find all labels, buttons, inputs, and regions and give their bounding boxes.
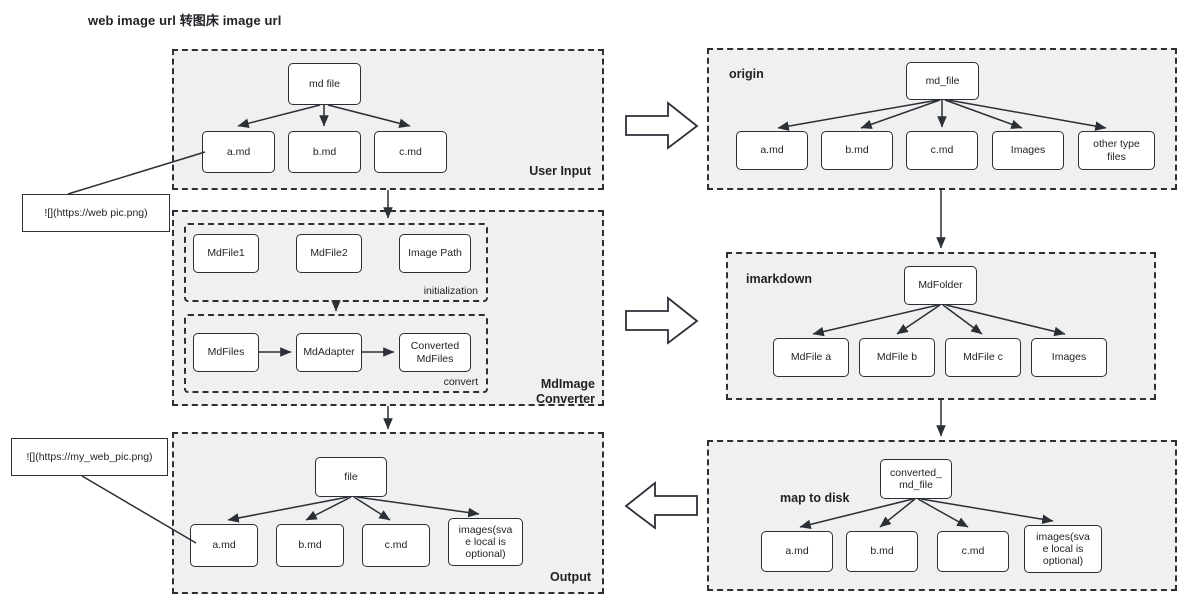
group-map-to-disk-label: map to disk [780,491,850,505]
node-mdfile-a[interactable]: MdFile a [773,338,849,377]
node-disk-images-line1: images(sva [1036,531,1090,543]
node-user-input-c-md[interactable]: c.md [374,131,447,173]
node-converted-md-file[interactable]: converted_ md_file [880,459,952,499]
node-user-input-b-md[interactable]: b.md [288,131,361,173]
node-origin-a-md[interactable]: a.md [736,131,808,170]
node-origin-images[interactable]: Images [992,131,1064,170]
node-imarkdown-images[interactable]: Images [1031,338,1107,377]
node-origin-other-type-files-line2: files [1107,150,1126,163]
group-initialization-label: initialization [423,285,478,297]
group-mdimage-converter-label: MdImage Converter [500,377,595,407]
node-converted-md-file-line1: converted_ [890,466,942,479]
node-mdfile-b[interactable]: MdFile b [859,338,935,377]
group-imarkdown-label: imarkdown [746,272,812,286]
node-md-file[interactable]: md file [288,63,361,105]
node-image-path[interactable]: Image Path [399,234,471,273]
node-output-images[interactable]: images(sva e local is optional) [448,518,523,566]
node-origin-c-md[interactable]: c.md [906,131,978,170]
node-mdfile1[interactable]: MdFile1 [193,234,259,273]
node-mdfile-c[interactable]: MdFile c [945,338,1021,377]
node-origin-b-md[interactable]: b.md [821,131,893,170]
node-output-images-line2: e local is [465,536,506,548]
node-disk-a-md[interactable]: a.md [761,531,833,572]
node-disk-images[interactable]: images(sva e local is optional) [1024,525,1102,573]
group-mdimage-converter-label-line2: Converter [535,392,595,406]
group-origin-label: origin [729,67,764,81]
node-disk-images-line2: e local is [1042,543,1084,555]
node-converted-md-file-line2: md_file [899,479,933,491]
annotation-web-pic: ![](https://web pic.png) [22,194,170,232]
node-disk-c-md[interactable]: c.md [937,531,1009,572]
group-user-input-label: User Input [529,164,591,178]
node-output-images-line3: optional) [465,548,506,560]
node-mdadapter[interactable]: MdAdapter [296,333,362,372]
node-origin-other-type-files[interactable]: other type files [1078,131,1155,170]
node-converted-mdfiles[interactable]: Converted MdFiles [399,333,471,372]
node-disk-b-md[interactable]: b.md [846,531,918,572]
group-mdimage-converter-label-line1: MdImage [540,377,595,391]
node-converted-mdfiles-line2: MdFiles [416,352,454,365]
node-origin-md-file[interactable]: md_file [906,62,979,100]
node-output-c-md[interactable]: c.md [362,524,430,567]
node-output-file[interactable]: file [315,457,387,497]
group-convert-label: convert [443,376,478,388]
diagram-canvas: web image url 转图床 image url User Input m… [0,0,1198,605]
node-mdfiles[interactable]: MdFiles [193,333,259,372]
node-origin-other-type-files-line1: other type [1093,138,1140,150]
node-user-input-a-md[interactable]: a.md [202,131,275,173]
block-arrow-left-bottom [624,481,698,530]
group-output-label: Output [550,570,591,584]
annotation-my-web-pic: ![](https://my_web_pic.png) [11,438,168,476]
block-arrow-right-middle [625,296,699,345]
node-output-b-md[interactable]: b.md [276,524,344,567]
node-disk-images-line3: optional) [1042,555,1084,567]
node-converted-mdfiles-line1: Converted [410,340,460,352]
node-output-a-md[interactable]: a.md [190,524,258,567]
page-title: web image url 转图床 image url [88,13,282,28]
block-arrow-right-top [625,101,699,150]
node-mdfile2[interactable]: MdFile2 [296,234,362,273]
node-imarkdown-mdfolder[interactable]: MdFolder [904,266,977,305]
node-output-images-line1: images(sva [458,524,513,536]
